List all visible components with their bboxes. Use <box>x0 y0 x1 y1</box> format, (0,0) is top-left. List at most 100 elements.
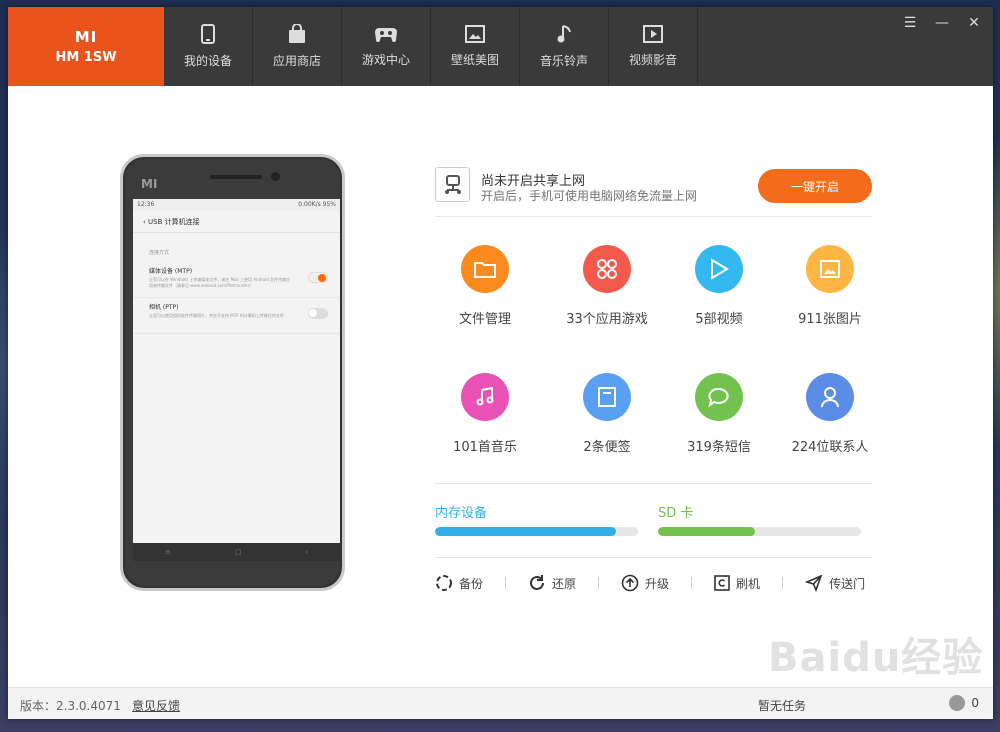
status-footer: 版本：2.3.0.4071 意见反馈 暂无任务 0 <box>8 687 993 719</box>
tile-label: 33个应用游戏 <box>566 312 648 327</box>
storage-sd-card: SD 卡 <box>658 502 861 536</box>
app-window: MI HM 1SW 我的设备 应用商店 游戏中心 壁纸美图 音乐铃声 视频影音 … <box>8 7 993 719</box>
download-icon <box>949 695 966 711</box>
action-label: 传送门 <box>829 576 866 591</box>
restore-icon <box>530 575 545 590</box>
gamepad-icon <box>375 28 397 42</box>
storage-bar-fill <box>658 527 756 536</box>
action-label: 刷机 <box>736 576 761 591</box>
option-desc: 让您可以使用相机软件传输照片，并在不支持 MTP 的计算机上传输任何文件 <box>149 313 284 318</box>
top-nav-bar: MI HM 1SW 我的设备 应用商店 游戏中心 壁纸美图 音乐铃声 视频影音 … <box>8 7 993 86</box>
tab-label: 我的设备 <box>183 54 232 68</box>
phone-screen-title: ‹ USB 计算机连接 <box>133 211 340 233</box>
minimize-icon[interactable]: — <box>933 15 951 31</box>
play-icon <box>643 25 663 43</box>
toggle-switch <box>308 308 328 319</box>
home-key-icon: □ <box>234 548 242 556</box>
tab-label: 游戏中心 <box>361 53 410 67</box>
backup-button[interactable]: 备份 <box>435 574 483 592</box>
apps-icon <box>583 245 631 293</box>
flash-icon <box>714 575 730 591</box>
share-subtitle: 开启后，手机可使用电脑网络免流量上网 <box>481 189 698 203</box>
flash-rom-button[interactable]: 刷机 <box>714 575 760 592</box>
action-label: 备份 <box>459 576 484 591</box>
action-bar: 备份 还原 升级 刷机 传送门 <box>435 572 875 594</box>
option-desc: 让您可以在 Windows 上传输媒体文件，或在 Mac 上使用 Android… <box>149 277 291 288</box>
storage-panel: 内存设备 SD 卡 <box>435 483 872 558</box>
feedback-link[interactable]: 意见反馈 <box>132 697 180 714</box>
enable-share-button[interactable]: 一键开启 <box>758 169 872 203</box>
portal-button[interactable]: 传送门 <box>805 574 865 592</box>
tile-label: 319条短信 <box>687 440 751 455</box>
phone-icon <box>201 24 215 44</box>
message-icon <box>695 373 743 421</box>
video-play-icon <box>695 245 743 293</box>
action-label: 升级 <box>645 576 670 591</box>
tab-label: 应用商店 <box>272 54 321 68</box>
folder-icon <box>461 245 509 293</box>
tile-label: 文件管理 <box>458 312 511 327</box>
phone-nav-bar: ≡ □ ‹ <box>133 543 340 561</box>
tile-videos[interactable]: 5部视频 <box>659 245 779 327</box>
shared-network-panel: 尚未开启共享上网 开启后，手机可使用电脑网络免流量上网 一键开启 <box>435 167 872 217</box>
contact-icon <box>806 373 854 421</box>
tile-apps-games[interactable]: 33个应用游戏 <box>547 245 667 327</box>
tile-images[interactable]: 911张图片 <box>770 245 890 327</box>
device-tab[interactable]: MI HM 1SW <box>8 7 164 86</box>
toggle-switch <box>308 272 328 283</box>
tile-contacts[interactable]: 224位联系人 <box>770 373 890 455</box>
tab-my-device[interactable]: 我的设备 <box>164 7 253 86</box>
download-manager[interactable]: 0 <box>949 695 979 711</box>
phone-camera <box>271 172 280 181</box>
phone-preview: MI 12:36 0.00K/s 95% ‹ USB 计算机连接 连接方式 媒体… <box>120 154 345 591</box>
phone-status-bar: 12:36 0.00K/s 95% <box>133 199 340 211</box>
tab-music[interactable]: 音乐铃声 <box>520 7 609 86</box>
tile-messages[interactable]: 319条短信 <box>659 373 779 455</box>
tile-label: 2条便签 <box>583 440 631 455</box>
divider <box>691 577 693 589</box>
upgrade-icon <box>621 574 639 592</box>
send-icon <box>805 574 823 592</box>
storage-bar-fill <box>435 527 616 536</box>
storage-bar <box>435 527 638 536</box>
phone-option-mtp: 媒体设备 (MTP) 让您可以在 Windows 上传输媒体文件，或在 Mac … <box>133 262 340 298</box>
mi-logo: MI <box>74 28 98 46</box>
menu-key-icon: ≡ <box>164 548 171 556</box>
tab-game-center[interactable]: 游戏中心 <box>342 7 431 86</box>
storage-name: SD 卡 <box>658 506 694 521</box>
back-key-icon: ‹ <box>305 548 309 556</box>
divider <box>782 577 784 589</box>
storage-name: 内存设备 <box>435 506 488 521</box>
tile-label: 5部视频 <box>695 312 743 327</box>
menu-icon[interactable]: ☰ <box>901 15 919 31</box>
tab-wallpaper[interactable]: 壁纸美图 <box>431 7 520 86</box>
phone-logo: MI <box>141 177 158 191</box>
close-icon[interactable]: ✕ <box>965 15 983 31</box>
action-label: 还原 <box>552 576 577 591</box>
backup-icon <box>436 575 452 591</box>
phone-option-ptp: 相机 (PTP) 让您可以使用相机软件传输照片，并在不支持 MTP 的计算机上传… <box>133 298 340 334</box>
phone-speaker <box>210 175 262 179</box>
phone-screen: 12:36 0.00K/s 95% ‹ USB 计算机连接 连接方式 媒体设备 … <box>133 199 340 561</box>
tile-notes[interactable]: 2条便签 <box>547 373 667 455</box>
tab-app-store[interactable]: 应用商店 <box>253 7 342 86</box>
note-icon <box>583 373 631 421</box>
option-title: 媒体设备 (MTP) <box>149 268 193 275</box>
divider <box>598 577 600 589</box>
tab-video[interactable]: 视频影音 <box>609 7 698 86</box>
bag-icon <box>289 24 305 43</box>
image-icon <box>806 245 854 293</box>
status-time: 12:36 <box>137 201 155 208</box>
tile-file-manager[interactable]: 文件管理 <box>425 245 545 327</box>
storage-internal: 内存设备 <box>435 502 638 536</box>
tile-label: 224位联系人 <box>791 440 869 455</box>
music-note-icon <box>557 25 571 43</box>
tab-label: 壁纸美图 <box>450 53 499 67</box>
tile-label: 101首音乐 <box>453 440 517 455</box>
network-share-icon <box>435 167 470 202</box>
upgrade-button[interactable]: 升级 <box>621 574 669 592</box>
battery-level: 95% <box>322 201 336 208</box>
restore-button[interactable]: 还原 <box>528 574 576 592</box>
download-count: 0 <box>971 696 979 710</box>
tile-music[interactable]: 101首音乐 <box>425 373 545 455</box>
